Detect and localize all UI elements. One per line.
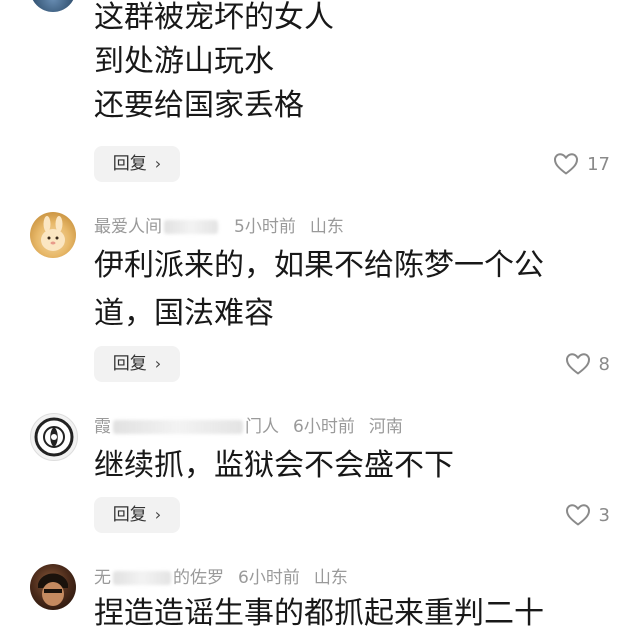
avatar[interactable]: [30, 413, 78, 461]
comment-line: 到处游山玩水: [94, 44, 274, 79]
author-name[interactable]: 无: [94, 568, 111, 588]
comment-line: 伊利派来的，如果不给陈梦一个公: [94, 248, 544, 283]
heart-outline-icon: [554, 153, 579, 175]
comment-meta: 最爱人间 5小时前 山东: [94, 216, 344, 238]
author-name-suffix: 门人: [245, 417, 279, 437]
comment-text: 这群被宠坏的女人 到处游山玩水 还要给国家丢格: [94, 0, 334, 128]
comment-text: 继续抓，监狱会不会盛不下: [94, 444, 454, 488]
redacted-name: [113, 571, 171, 585]
chevron-right-icon: ›: [154, 154, 162, 173]
comment-text: 捏造造谣生事的都抓起来重判二十: [94, 592, 544, 636]
reply-button[interactable]: 回复 ›: [94, 497, 180, 533]
comment-meta: 无 的佐罗 6小时前 山东: [94, 567, 348, 589]
avatar[interactable]: [30, 564, 76, 610]
redacted-name: [164, 220, 218, 234]
redacted-name: [113, 420, 243, 434]
avatar[interactable]: [30, 212, 76, 258]
like-button[interactable]: 17: [553, 146, 610, 182]
author-name-suffix: 的佐罗: [173, 568, 224, 588]
avatar[interactable]: [30, 0, 76, 12]
avatar-illustration: [34, 417, 74, 457]
comment-meta: 霞 门人 6小时前 河南: [94, 416, 403, 438]
like-button[interactable]: 3: [565, 497, 610, 533]
avatar-illustration: [38, 573, 68, 606]
avatar-illustration: [41, 216, 65, 251]
location: 河南: [368, 417, 403, 437]
reply-label: 回复: [112, 505, 147, 525]
comment-line: 这群被宠坏的女人: [94, 0, 334, 35]
chevron-right-icon: ›: [154, 505, 162, 524]
timestamp: 6小时前: [293, 417, 355, 437]
like-count: 8: [598, 353, 610, 375]
like-button[interactable]: 8: [565, 346, 610, 382]
reply-button[interactable]: 回复 ›: [94, 346, 180, 382]
location: 山东: [309, 217, 344, 237]
chevron-right-icon: ›: [154, 354, 162, 373]
timestamp: 6小时前: [238, 568, 300, 588]
author-name[interactable]: 最爱人间: [94, 217, 162, 237]
location: 山东: [313, 568, 348, 588]
like-count: 17: [587, 153, 610, 175]
author-name[interactable]: 霞: [94, 417, 111, 437]
comment-line: 道，国法难容: [94, 296, 274, 331]
reply-label: 回复: [112, 154, 147, 174]
comment-text: 伊利派来的，如果不给陈梦一个公 道，国法难容: [94, 244, 544, 336]
heart-outline-icon: [565, 504, 590, 526]
like-count: 3: [598, 504, 610, 526]
timestamp: 5小时前: [234, 217, 296, 237]
comment-line: 继续抓，监狱会不会盛不下: [94, 448, 454, 483]
comment-line: 捏造造谣生事的都抓起来重判二十: [94, 596, 544, 631]
reply-label: 回复: [112, 354, 147, 374]
comment-line: 还要给国家丢格: [94, 88, 304, 123]
heart-outline-icon: [565, 353, 590, 375]
reply-button[interactable]: 回复 ›: [94, 146, 180, 182]
